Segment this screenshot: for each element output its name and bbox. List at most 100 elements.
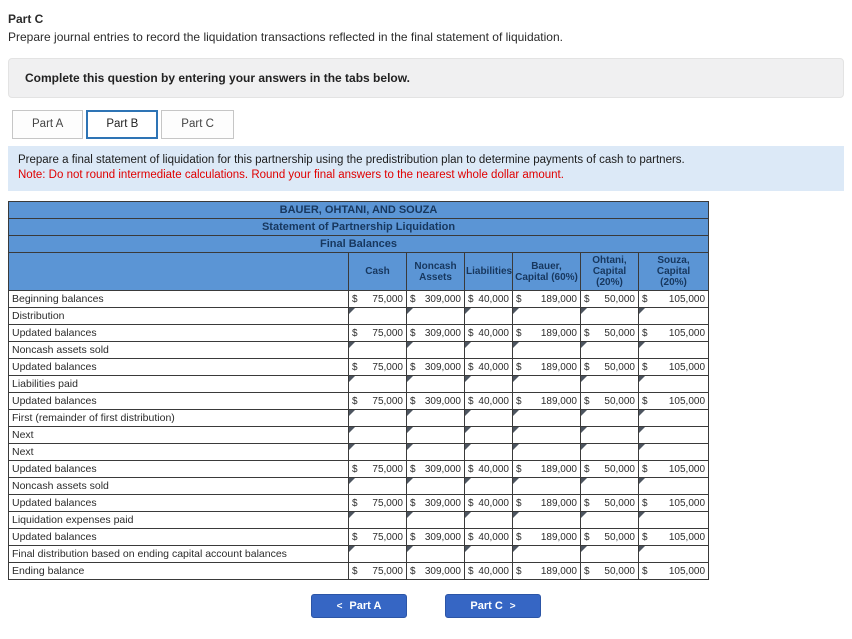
input-cell-noncash-assets[interactable] — [406, 307, 465, 325]
input-cell-ohtani-capital[interactable] — [580, 477, 639, 495]
input-cell-noncash-assets[interactable] — [406, 409, 465, 427]
input-cell-noncash-assets[interactable] — [406, 375, 465, 393]
cell-amount: 309,000 — [424, 531, 461, 543]
currency-symbol: $ — [410, 395, 416, 407]
currency-symbol: $ — [352, 565, 358, 577]
cell-amount: 309,000 — [424, 395, 461, 407]
value-cell-liabilities: $40,000 — [464, 392, 513, 410]
cell-amount: 189,000 — [540, 531, 577, 543]
value-cell-souza-capital: $105,000 — [637, 290, 710, 308]
instruction-text: Complete this question by entering your … — [25, 71, 410, 85]
row-label: Final distribution based on ending capit… — [8, 545, 349, 563]
input-cell-noncash-assets[interactable] — [406, 545, 465, 563]
tab-part-b[interactable]: Part B — [86, 110, 159, 139]
cell-amount: 40,000 — [478, 395, 509, 407]
cell-amount: 50,000 — [604, 463, 635, 475]
input-cell-cash[interactable] — [348, 426, 407, 444]
tab-bar: Part A Part B Part C — [12, 110, 844, 139]
currency-symbol: $ — [642, 395, 648, 407]
input-cell-souza-capital[interactable] — [637, 545, 710, 563]
value-cell-souza-capital: $105,000 — [637, 358, 710, 376]
currency-symbol: $ — [516, 497, 522, 509]
value-cell-cash: $75,000 — [348, 358, 407, 376]
input-cell-ohtani-capital[interactable] — [580, 511, 639, 529]
input-cell-liabilities[interactable] — [464, 409, 513, 427]
input-cell-liabilities[interactable] — [464, 511, 513, 529]
input-cell-cash[interactable] — [348, 477, 407, 495]
input-cell-noncash-assets[interactable] — [406, 511, 465, 529]
input-cell-liabilities[interactable] — [464, 375, 513, 393]
input-cell-cash[interactable] — [348, 341, 407, 359]
value-cell-bauer-capital: $189,000 — [512, 290, 581, 308]
input-cell-ohtani-capital[interactable] — [580, 443, 639, 461]
cell-amount: 75,000 — [372, 361, 403, 373]
cell-amount: 50,000 — [604, 293, 635, 305]
input-cell-bauer-capital[interactable] — [512, 545, 581, 563]
row-label: Next — [8, 443, 349, 461]
input-cell-souza-capital[interactable] — [637, 341, 710, 359]
currency-symbol: $ — [352, 293, 358, 305]
part-heading: Part C — [8, 12, 44, 26]
tab-part-c[interactable]: Part C — [161, 110, 234, 139]
input-cell-bauer-capital[interactable] — [512, 477, 581, 495]
input-cell-cash[interactable] — [348, 545, 407, 563]
input-cell-liabilities[interactable] — [464, 426, 513, 444]
input-cell-souza-capital[interactable] — [637, 375, 710, 393]
input-cell-ohtani-capital[interactable] — [580, 545, 639, 563]
currency-symbol: $ — [516, 531, 522, 543]
input-cell-bauer-capital[interactable] — [512, 426, 581, 444]
currency-symbol: $ — [642, 463, 648, 475]
input-cell-bauer-capital[interactable] — [512, 409, 581, 427]
row-label: Ending balance — [8, 562, 349, 580]
table-row: Liabilities paid — [8, 375, 710, 393]
input-cell-bauer-capital[interactable] — [512, 307, 581, 325]
input-cell-bauer-capital[interactable] — [512, 511, 581, 529]
input-cell-cash[interactable] — [348, 375, 407, 393]
input-cell-noncash-assets[interactable] — [406, 443, 465, 461]
cell-amount: 105,000 — [668, 395, 706, 407]
input-cell-souza-capital[interactable] — [637, 426, 710, 444]
input-cell-souza-capital[interactable] — [637, 307, 710, 325]
cell-amount: 189,000 — [540, 565, 577, 577]
input-cell-souza-capital[interactable] — [637, 477, 710, 495]
value-cell-souza-capital: $105,000 — [637, 324, 710, 342]
input-cell-liabilities[interactable] — [464, 341, 513, 359]
prev-part-button[interactable]: < Part A — [311, 594, 407, 618]
value-cell-cash: $75,000 — [348, 392, 407, 410]
input-cell-bauer-capital[interactable] — [512, 341, 581, 359]
currency-symbol: $ — [468, 395, 474, 407]
input-cell-cash[interactable] — [348, 443, 407, 461]
currency-symbol: $ — [352, 463, 358, 475]
table-title-final: Final Balances — [7, 235, 710, 253]
input-cell-ohtani-capital[interactable] — [580, 426, 639, 444]
tab-part-a[interactable]: Part A — [12, 110, 84, 139]
value-cell-liabilities: $40,000 — [464, 358, 513, 376]
input-cell-noncash-assets[interactable] — [406, 426, 465, 444]
input-cell-cash[interactable] — [348, 307, 407, 325]
input-cell-ohtani-capital[interactable] — [580, 341, 639, 359]
input-cell-ohtani-capital[interactable] — [580, 375, 639, 393]
input-cell-souza-capital[interactable] — [637, 511, 710, 529]
currency-symbol: $ — [642, 565, 648, 577]
input-cell-noncash-assets[interactable] — [406, 341, 465, 359]
value-cell-liabilities: $40,000 — [464, 460, 513, 478]
currency-symbol: $ — [516, 395, 522, 407]
currency-symbol: $ — [516, 293, 522, 305]
input-cell-cash[interactable] — [348, 511, 407, 529]
input-cell-cash[interactable] — [348, 409, 407, 427]
input-cell-ohtani-capital[interactable] — [580, 409, 639, 427]
input-cell-bauer-capital[interactable] — [512, 375, 581, 393]
input-cell-liabilities[interactable] — [464, 477, 513, 495]
cell-amount: 75,000 — [372, 565, 403, 577]
input-cell-liabilities[interactable] — [464, 443, 513, 461]
input-cell-souza-capital[interactable] — [637, 409, 710, 427]
next-part-button[interactable]: Part C > — [445, 594, 541, 618]
input-cell-bauer-capital[interactable] — [512, 443, 581, 461]
input-cell-ohtani-capital[interactable] — [580, 307, 639, 325]
input-cell-liabilities[interactable] — [464, 545, 513, 563]
note-line-1: Prepare a final statement of liquidation… — [18, 154, 685, 166]
table-row: Noncash assets sold — [8, 341, 710, 359]
input-cell-liabilities[interactable] — [464, 307, 513, 325]
input-cell-noncash-assets[interactable] — [406, 477, 465, 495]
input-cell-souza-capital[interactable] — [637, 443, 710, 461]
